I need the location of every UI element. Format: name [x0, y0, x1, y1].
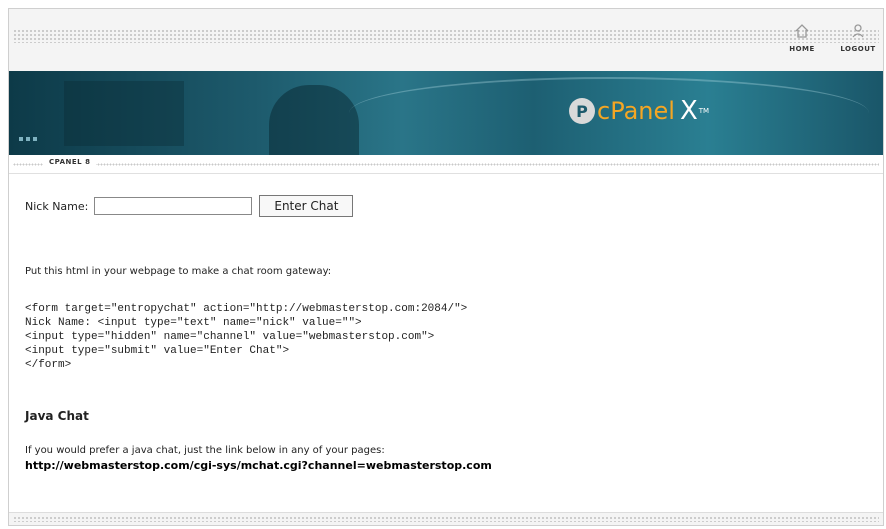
top-bar: HOME LOGOUT — [9, 9, 883, 72]
banner-figure — [269, 85, 359, 155]
banner-decoration — [64, 81, 184, 146]
logout-link-label: LOGOUT — [840, 45, 876, 53]
nick-name-input[interactable] — [94, 197, 253, 215]
enter-chat-button[interactable]: Enter Chat — [259, 195, 354, 217]
code-line: <form target="entropychat" action="http:… — [25, 303, 468, 315]
code-line: <input type="hidden" name="channel" valu… — [25, 331, 435, 343]
top-links: HOME LOGOUT — [785, 23, 875, 53]
java-chat-link[interactable]: http://webmasterstop.com/cgi-sys/mchat.c… — [25, 459, 492, 472]
java-chat-heading: Java Chat — [25, 409, 89, 423]
home-link[interactable]: HOME — [785, 23, 819, 53]
html-code-block: <form target="entropychat" action="http:… — [25, 302, 467, 372]
cpanel-logo: P cPanel X TM — [569, 96, 709, 126]
bottom-bar — [9, 512, 883, 525]
breadcrumb[interactable]: CPANEL 8 — [43, 158, 97, 166]
top-bar-pattern — [13, 29, 879, 43]
sub-nav-pattern — [13, 163, 879, 166]
main-content: Nick Name: Enter Chat Put this html in y… — [25, 195, 867, 472]
instructions-text: Put this html in your webpage to make a … — [25, 266, 332, 277]
code-line: <input type="submit" value="Enter Chat"> — [25, 345, 290, 357]
code-line: </form> — [25, 359, 72, 371]
cpanel-logo-text: cPanel — [597, 97, 675, 125]
page-frame: HOME LOGOUT P cPanel X TM CPANEL 8 Nick … — [8, 8, 884, 526]
cpanel-banner: P cPanel X TM — [9, 71, 883, 155]
java-chat-description: If you would prefer a java chat, just th… — [25, 445, 385, 456]
home-icon — [795, 24, 809, 38]
nick-form: Nick Name: Enter Chat — [25, 195, 867, 217]
code-line: Nick Name: <input type="text" name="nick… — [25, 317, 362, 329]
home-link-label: HOME — [789, 45, 815, 53]
logout-icon — [852, 24, 864, 38]
sub-nav-bar: CPANEL 8 — [9, 155, 883, 174]
logout-link[interactable]: LOGOUT — [840, 23, 876, 53]
bottom-bar-pattern — [13, 516, 879, 522]
banner-squares — [19, 126, 40, 145]
cpanel-logo-tm: TM — [698, 107, 710, 115]
cpanel-logo-icon: P — [569, 98, 595, 124]
nick-name-label: Nick Name: — [25, 199, 89, 213]
cpanel-logo-version: X — [679, 96, 698, 126]
